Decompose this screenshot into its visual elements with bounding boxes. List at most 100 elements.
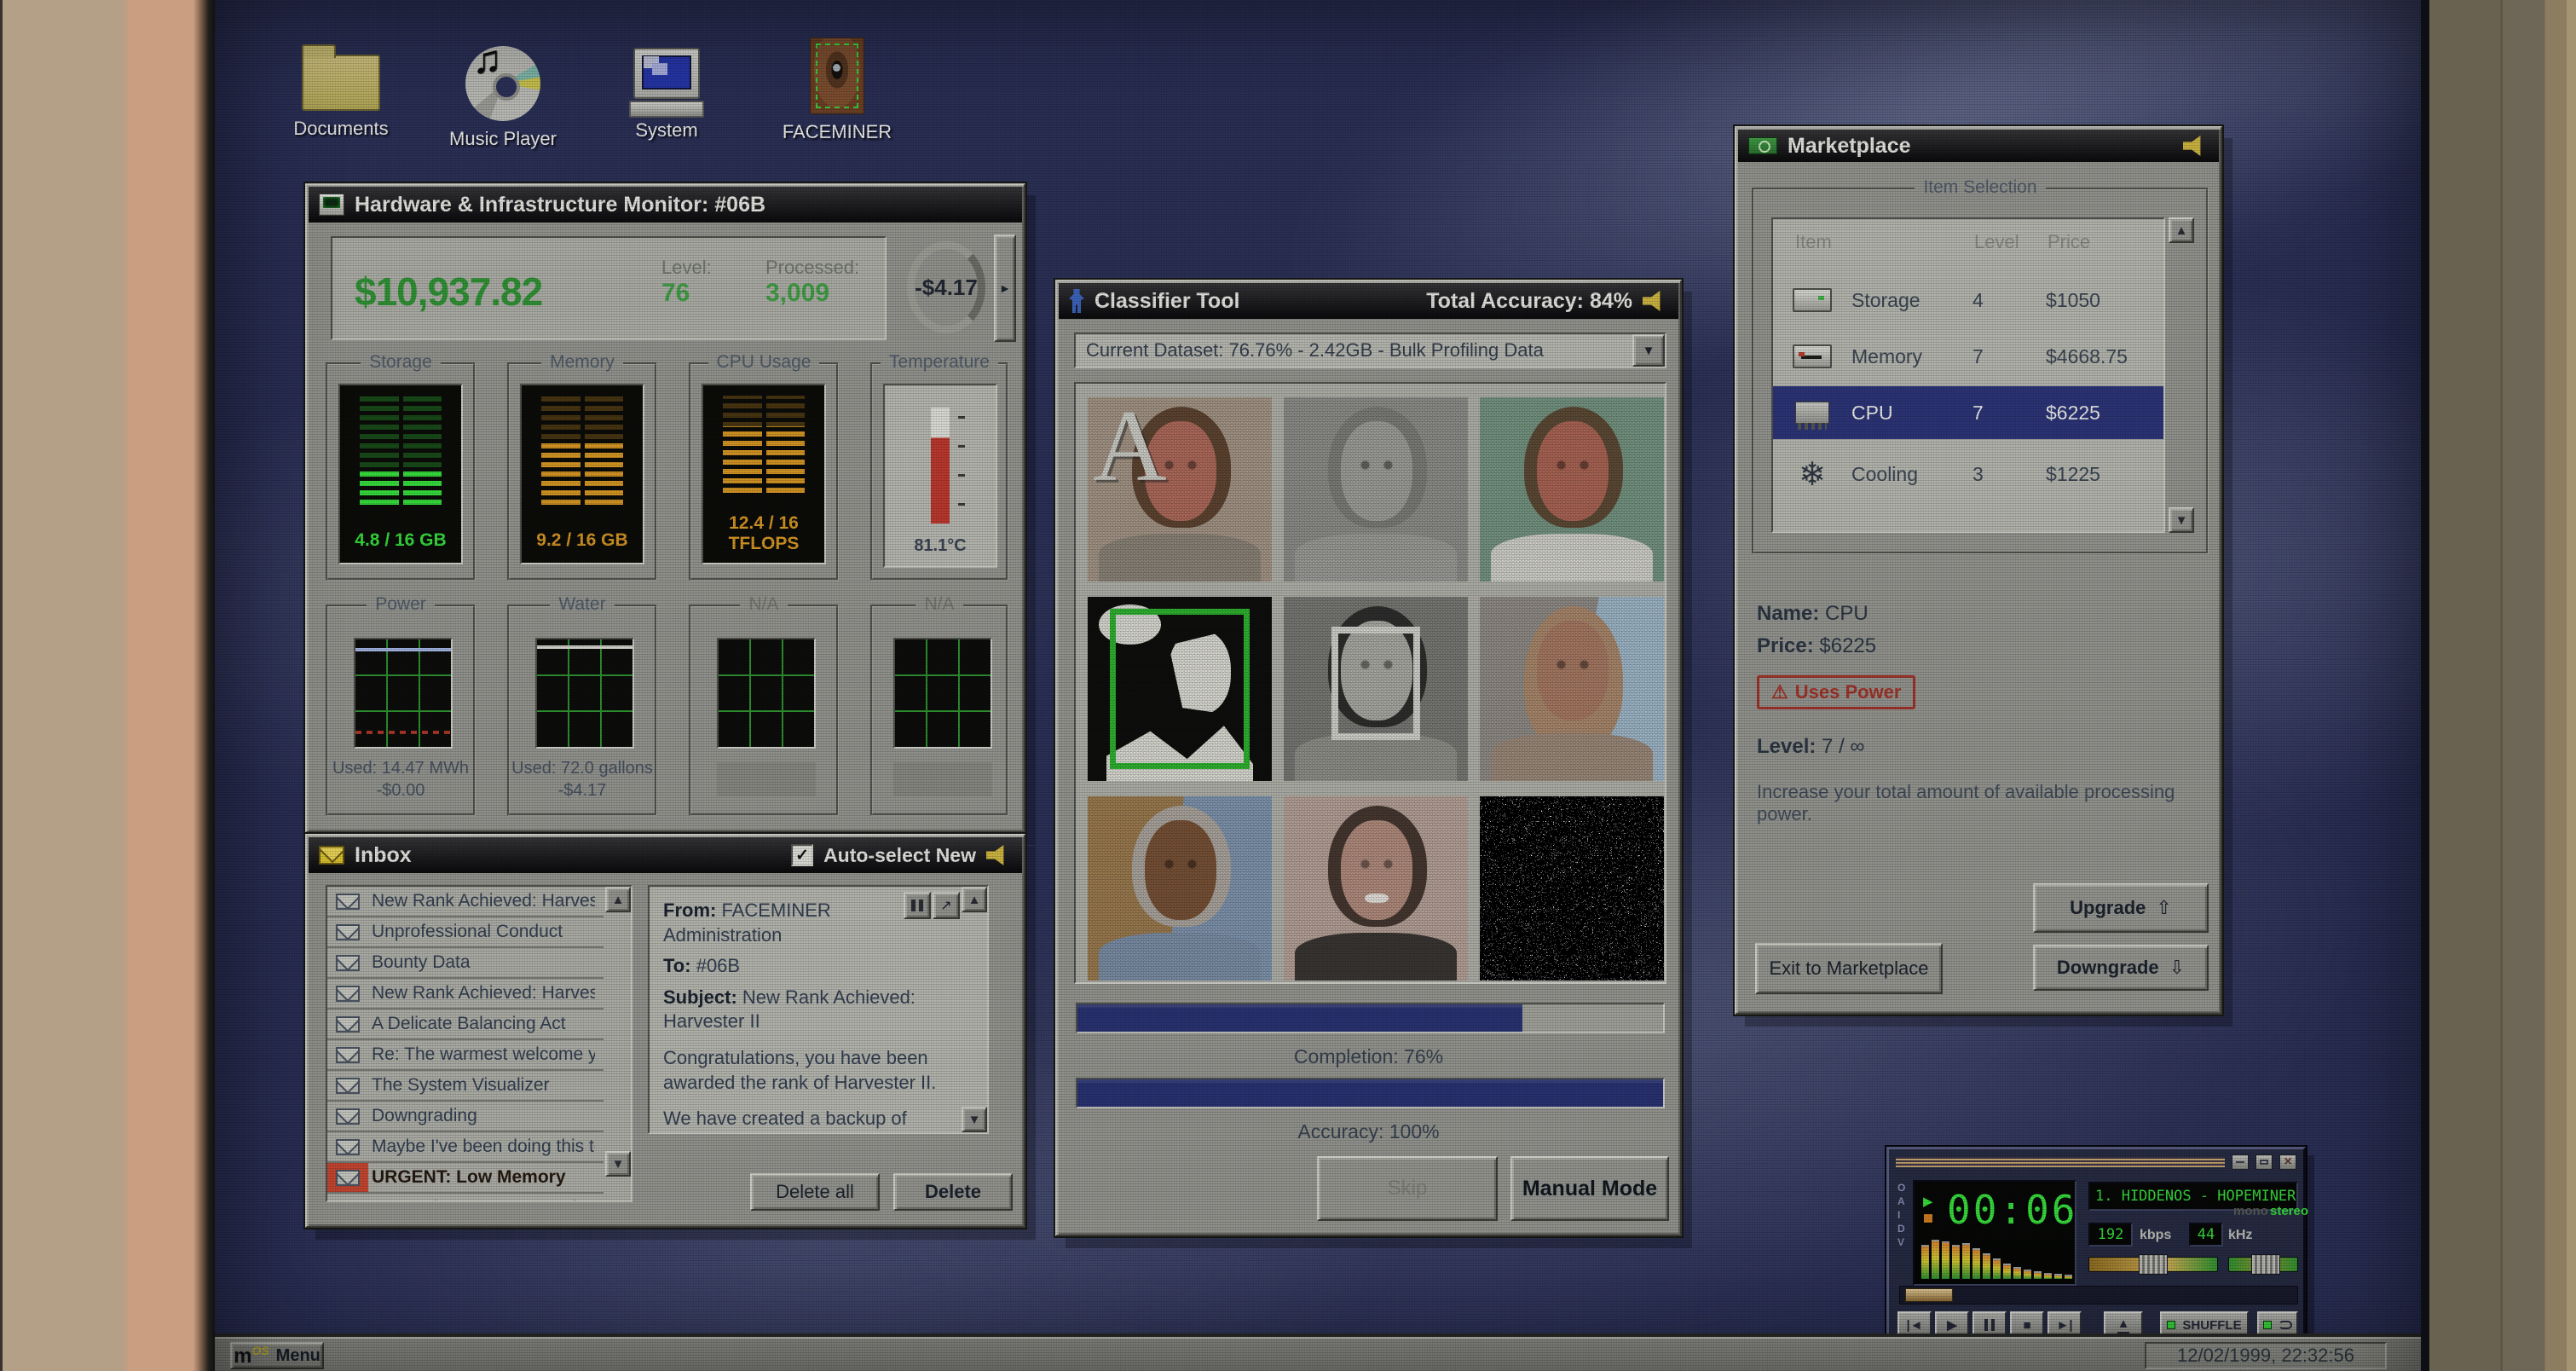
- dataset-dropdown[interactable]: Current Dataset: 76.76% - 2.42GB - Bulk …: [1074, 333, 1666, 368]
- photo-cell-9-static-noise[interactable]: [1480, 796, 1664, 981]
- play-button[interactable]: ▶: [1935, 1311, 1969, 1339]
- snowflake-icon: ❄: [1799, 456, 1826, 493]
- upgrade-button[interactable]: Upgrade ⇧: [2033, 883, 2209, 933]
- photo-cell-8[interactable]: [1284, 796, 1468, 981]
- photo-cell-7[interactable]: [1088, 796, 1272, 981]
- water-graph: [535, 638, 634, 749]
- memory-drive-icon: [1793, 344, 1832, 368]
- subject-label: Subject:: [663, 986, 737, 1008]
- delete-button[interactable]: Delete: [893, 1173, 1013, 1211]
- skip-button[interactable]: Skip: [1317, 1156, 1498, 1221]
- tick-amount: -$4.17: [915, 274, 978, 300]
- list-item[interactable]: New Rank Achieved: Harvester I: [327, 979, 604, 1009]
- clutterbar[interactable]: OAIDV: [1897, 1182, 1905, 1248]
- menu-button[interactable]: mOS Menu: [230, 1342, 324, 1369]
- list-item[interactable]: Unprofessional Conduct: [327, 917, 604, 948]
- hardware-monitor-titlebar[interactable]: Hardware & Infrastructure Monitor: #06B: [309, 187, 1022, 223]
- desktop-icon-system[interactable]: System: [598, 43, 735, 142]
- close-button[interactable]: ×: [2279, 1154, 2296, 1170]
- classifier-titlebar[interactable]: Classifier Tool Total Accuracy: 84%: [1059, 283, 1678, 319]
- storage-value: 4.8 / 16 GB: [355, 529, 447, 550]
- expand-panel-button[interactable]: ►: [994, 234, 1016, 342]
- dropdown-arrow-button[interactable]: ▼: [1632, 334, 1665, 367]
- balance-slider-handle[interactable]: [2251, 1254, 2280, 1275]
- envelope-icon: [336, 1200, 360, 1203]
- downgrade-button[interactable]: Downgrade ⇩: [2033, 945, 2209, 991]
- shade-button[interactable]: [2255, 1154, 2273, 1170]
- item-row-storage[interactable]: Storage 4 $1050: [1773, 274, 2163, 327]
- eject-button[interactable]: ▲: [2104, 1311, 2143, 1339]
- player-titlebar[interactable]: ×: [1889, 1149, 2303, 1170]
- pause-button[interactable]: [1972, 1311, 2007, 1339]
- window-title: Inbox: [355, 842, 412, 867]
- item-row-memory[interactable]: Memory 7 $4668.75: [1773, 330, 2163, 383]
- eye-scan-icon: [810, 38, 864, 114]
- marketplace-titlebar[interactable]: Marketplace: [1738, 130, 2219, 162]
- list-scroll-down-button[interactable]: ▼: [2169, 507, 2194, 533]
- photo-cell-3[interactable]: [1480, 397, 1664, 581]
- manual-mode-button[interactable]: Manual Mode: [1510, 1156, 1669, 1221]
- scroll-down-button[interactable]: ▼: [605, 1151, 631, 1177]
- item-row-cpu-selected[interactable]: CPU 7 $6225: [1773, 386, 2163, 439]
- pause-notifications-button[interactable]: [904, 892, 931, 919]
- message-body-2: We have created a backup of your progres…: [663, 1108, 910, 1132]
- exit-to-marketplace-button[interactable]: Exit to Marketplace: [1755, 943, 1943, 994]
- volume-slider-handle[interactable]: [2139, 1254, 2168, 1275]
- detection-box-green: [1110, 609, 1250, 769]
- next-track-button[interactable]: ►|: [2048, 1311, 2082, 1339]
- speaker-icon[interactable]: [2183, 136, 2201, 156]
- photo-cell-2[interactable]: [1284, 397, 1468, 581]
- list-item[interactable]: Re: The warmest welcome you'r...: [327, 1040, 604, 1071]
- gauge-label: Memory: [541, 352, 623, 372]
- desktop-icon-music-player[interactable]: ♫ Music Player: [435, 37, 571, 150]
- window-title: Classifier Tool: [1095, 288, 1240, 313]
- gauge-label: Storage: [361, 352, 441, 372]
- list-item[interactable]: External Message: Recruitment: [327, 1194, 604, 1203]
- message-scroll-up-button[interactable]: ▲: [962, 887, 987, 912]
- envelope-icon: [336, 1138, 360, 1155]
- photo-cell-1[interactable]: A: [1088, 397, 1272, 581]
- photo-cell-6[interactable]: [1480, 597, 1664, 781]
- list-item[interactable]: The System Visualizer: [327, 1071, 604, 1102]
- shuffle-button[interactable]: SHUFFLE: [2160, 1311, 2249, 1339]
- track-time[interactable]: 00:06: [1947, 1187, 2077, 1233]
- desktop-icon-documents[interactable]: Documents: [273, 43, 409, 140]
- speaker-icon[interactable]: [986, 845, 1004, 865]
- seek-handle[interactable]: [1905, 1288, 1953, 1302]
- scroll-up-button[interactable]: ▲: [605, 887, 631, 912]
- balance-slider[interactable]: [2228, 1254, 2298, 1275]
- photo-cell-5[interactable]: [1284, 597, 1468, 781]
- icon-label: FACEMINER: [782, 121, 892, 142]
- list-scroll-up-button[interactable]: ▲: [2169, 217, 2194, 243]
- seek-bar[interactable]: [1899, 1286, 2298, 1304]
- inbox-titlebar[interactable]: Inbox ✓ Auto-select New: [309, 837, 1022, 873]
- monitor-bezel-right: [2421, 0, 2576, 1371]
- list-item[interactable]: New Rank Achieved: Harveste...: [327, 887, 604, 917]
- photo-cell-4[interactable]: [1088, 597, 1272, 781]
- repeat-led: [2263, 1321, 2272, 1329]
- list-item[interactable]: Downgrading: [327, 1102, 604, 1132]
- popout-message-button[interactable]: ↗: [933, 892, 960, 919]
- envelope-icon: [336, 1015, 360, 1033]
- repeat-button[interactable]: [2257, 1311, 2298, 1339]
- delete-all-button[interactable]: Delete all: [750, 1173, 880, 1211]
- message-scroll-down-button[interactable]: ▼: [962, 1107, 987, 1132]
- desktop-icon-faceminer[interactable]: FACEMINER: [769, 38, 905, 143]
- stop-button[interactable]: ■: [2010, 1311, 2044, 1339]
- previous-track-button[interactable]: |◄: [1897, 1311, 1932, 1339]
- water-cost: -$4.17: [557, 781, 607, 800]
- player-lcd: ▶ 00:06: [1913, 1180, 2076, 1286]
- item-row-cooling[interactable]: ❄ Cooling 3 $1225: [1773, 448, 2163, 500]
- speaker-icon[interactable]: [1643, 291, 1661, 311]
- list-item[interactable]: A Delicate Balancing Act: [327, 1009, 604, 1040]
- music-player-window: × OAIDV ▶ 00:06 1. HIDDENOS - HOPEMINER …: [1885, 1145, 2308, 1343]
- memory-value: 9.2 / 16 GB: [536, 529, 628, 550]
- list-item[interactable]: Maybe I've been doing this too l...: [327, 1132, 604, 1163]
- list-item-urgent[interactable]: URGENT: Low Memory: [327, 1163, 604, 1194]
- minimize-button[interactable]: [2232, 1154, 2249, 1170]
- volume-slider[interactable]: [2088, 1254, 2218, 1275]
- list-item[interactable]: Bounty Data: [327, 948, 604, 979]
- envelope-icon: [336, 1077, 360, 1094]
- folder-icon: [302, 44, 380, 111]
- auto-select-checkbox[interactable]: ✓: [791, 844, 814, 866]
